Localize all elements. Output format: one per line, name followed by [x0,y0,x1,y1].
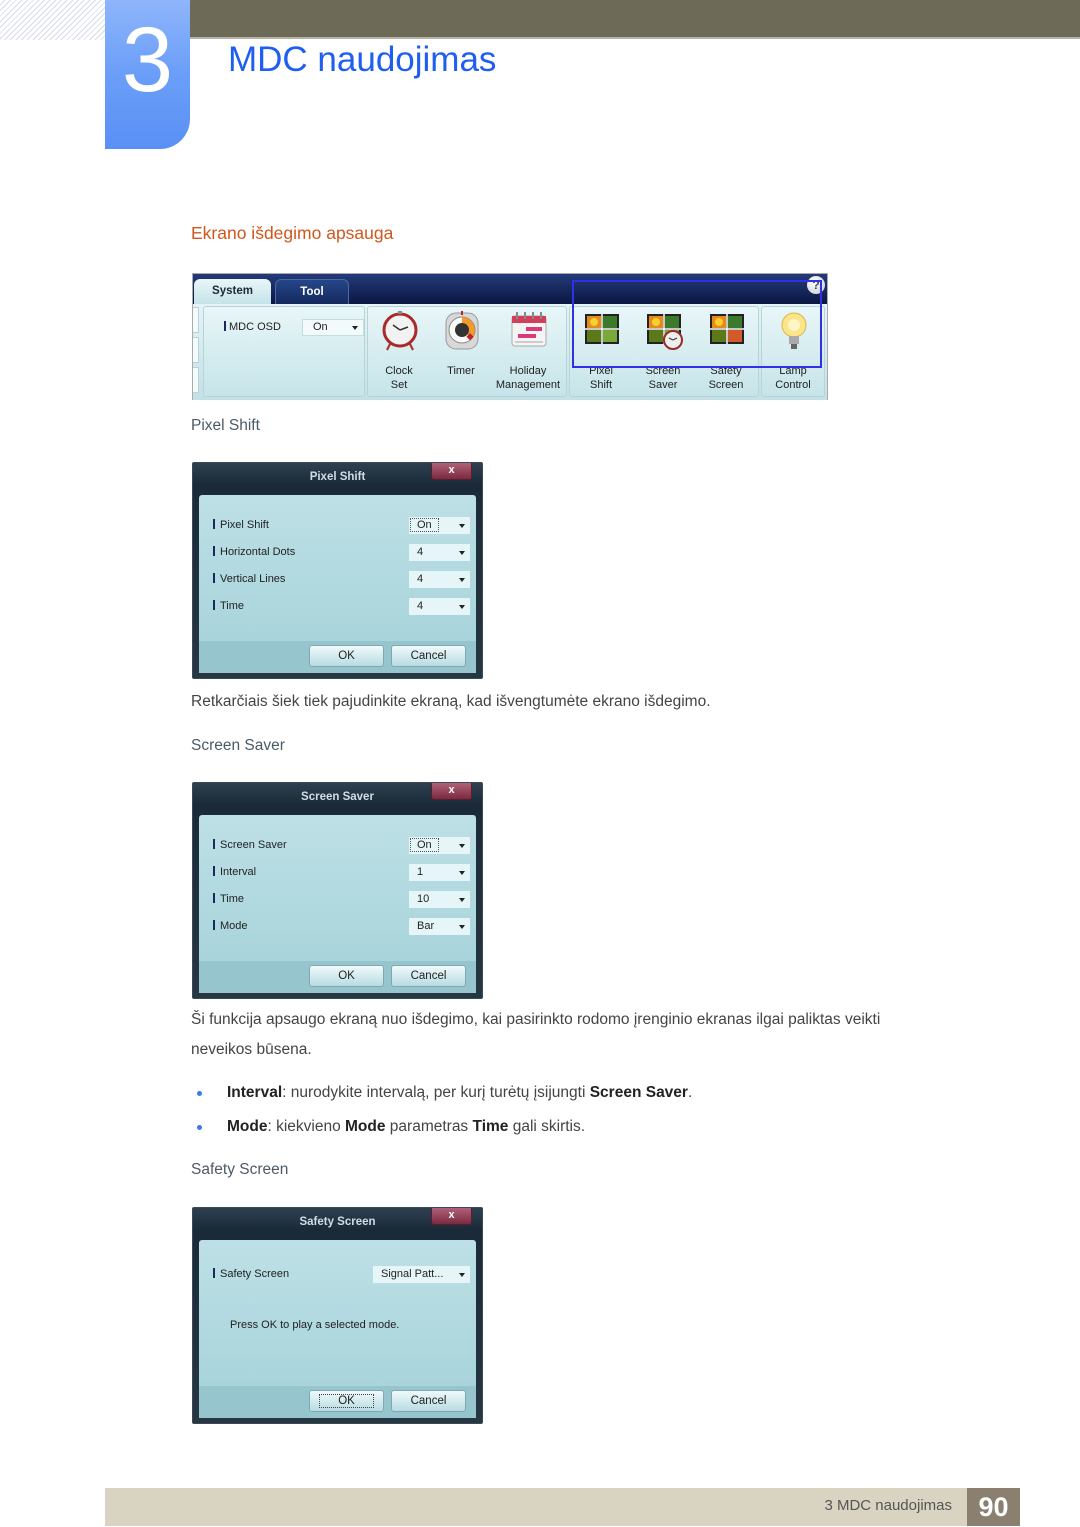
section-heading: Ekrano išdegimo apsauga [191,223,394,243]
horizontal-dots-row: Horizontal Dots 4 [213,544,470,562]
chevron-down-icon [459,524,465,528]
footer-chapter-text: 3 MDC naudojimas [824,1497,952,1514]
chevron-down-icon [459,844,465,848]
cancel-button[interactable]: Cancel [391,965,466,987]
row-label: Vertical Lines [213,573,285,585]
description-line-2: neveikos būsena. [191,1041,312,1058]
tab-tool[interactable]: Tool [275,279,349,304]
chevron-down-icon [459,871,465,875]
safety-screen-row: Safety Screen Signal Patt... [213,1266,470,1284]
time-select[interactable]: 4 [409,598,470,615]
chevron-down-icon [352,326,358,330]
ok-button[interactable]: OK [309,965,384,987]
pixel-shift-dialog: Pixel Shift x Pixel Shift On Horizontal … [192,462,483,679]
mdc-osd-select[interactable]: On [302,319,364,336]
page-footer: 3 MDC naudojimas 90 [105,1488,1020,1526]
time-row: Time 4 [213,598,470,616]
screen-saver-row: Screen Saver On [213,837,470,855]
select-value: 10 [417,893,430,905]
row-label: Screen Saver [213,839,287,851]
highlight-box [572,280,822,368]
header-hatch-decoration [0,0,105,40]
chevron-down-icon [459,578,465,582]
ribbon-side-tabs [193,307,199,395]
close-icon[interactable]: x [431,783,472,800]
interval-select[interactable]: 1 [409,864,470,881]
lamp-control-label: Lamp Control [775,365,811,391]
chapter-title: MDC naudojimas [228,40,497,79]
chevron-down-icon [459,605,465,609]
time-select[interactable]: 10 [409,891,470,908]
chevron-down-icon [459,1273,465,1277]
select-value: 4 [417,600,424,612]
select-value: On [410,518,439,532]
screen-saver-select[interactable]: On [409,837,470,854]
row-label: Mode [213,920,248,932]
holiday-management-label: Holiday Management [495,365,561,391]
close-icon[interactable]: x [431,463,472,480]
pixel-shift-description: Retkarčiais šiek tiek pajudinkite ekraną… [191,693,711,710]
tab-system[interactable]: System [194,279,271,304]
cancel-button[interactable]: Cancel [391,645,466,667]
bullet-dot [197,1091,202,1096]
ribbon-group-osd: MDC OSD On [203,306,365,397]
chevron-down-icon [459,551,465,555]
header-bar [185,0,1080,37]
holiday-management-button[interactable]: Holiday Management [496,306,560,394]
chapter-tab: 3 [105,0,190,149]
safety-screen-select[interactable]: Signal Patt... [373,1266,470,1283]
safety-screen-dialog: Safety Screen x Safety Screen Signal Pat… [192,1207,483,1424]
mdc-osd-label: MDC OSD [224,321,281,333]
timer-icon [445,311,479,350]
row-label: Safety Screen [213,1268,289,1280]
chevron-down-icon [459,925,465,929]
select-value: Bar [417,920,435,932]
close-icon[interactable]: x [431,1208,472,1225]
pixel-shift-row: Pixel Shift On [213,517,470,535]
ok-label: OK [319,1394,374,1408]
alarm-clock-icon [382,311,418,351]
vertical-lines-row: Vertical Lines 4 [213,571,470,589]
subheading-screen-saver: Screen Saver [191,737,285,754]
header-bar-underline [185,37,1080,39]
mdc-ribbon: System Tool ? MDC OSD On Clock Set Timer… [192,273,828,400]
chapter-number: 3 [121,9,174,111]
description-line-1: Ši funkcija apsaugo ekraną nuo išdegimo,… [191,1011,881,1028]
bullet-text: Mode: kiekvieno Mode parametras Time gal… [227,1118,586,1135]
select-value: On [410,838,439,852]
clock-set-button[interactable]: Clock Set [369,306,429,394]
row-label: Horizontal Dots [213,546,295,558]
dialog-note: Press OK to play a selected mode. [230,1319,400,1331]
chevron-down-icon [459,898,465,902]
row-label: Interval [213,866,256,878]
select-value: Signal Patt... [381,1268,444,1280]
bullet-dot [197,1125,202,1130]
row-label: Time [213,600,244,612]
mode-select[interactable]: Bar [409,918,470,935]
screen-saver-description: Ši funkcija apsaugo ekraną nuo išdegimo,… [191,1005,880,1065]
calendar-icon [511,312,547,347]
vertical-lines-select[interactable]: 4 [409,571,470,588]
mdc-osd-value: On [313,321,328,333]
page-number: 90 [967,1488,1020,1526]
mode-row: Mode Bar [213,918,470,936]
interval-row: Interval 1 [213,864,470,882]
dialog-body [199,1240,476,1386]
time-row: Time 10 [213,891,470,909]
select-value: 4 [417,546,424,558]
subheading-safety-screen: Safety Screen [191,1161,289,1178]
screen-saver-dialog: Screen Saver x Screen Saver On Interval … [192,782,483,999]
timer-button[interactable]: Timer [431,306,491,394]
subheading-pixel-shift: Pixel Shift [191,417,260,434]
cancel-button[interactable]: Cancel [391,1390,466,1412]
row-label: Time [213,893,244,905]
select-value: 4 [417,573,424,585]
row-label: Pixel Shift [213,519,269,531]
horizontal-dots-select[interactable]: 4 [409,544,470,561]
ok-button[interactable]: OK [309,645,384,667]
select-value: 1 [417,866,424,878]
ok-button[interactable]: OK [309,1390,384,1412]
pixel-shift-select[interactable]: On [409,517,470,534]
bullet-text: Interval: nurodykite intervalą, per kurį… [227,1084,693,1101]
